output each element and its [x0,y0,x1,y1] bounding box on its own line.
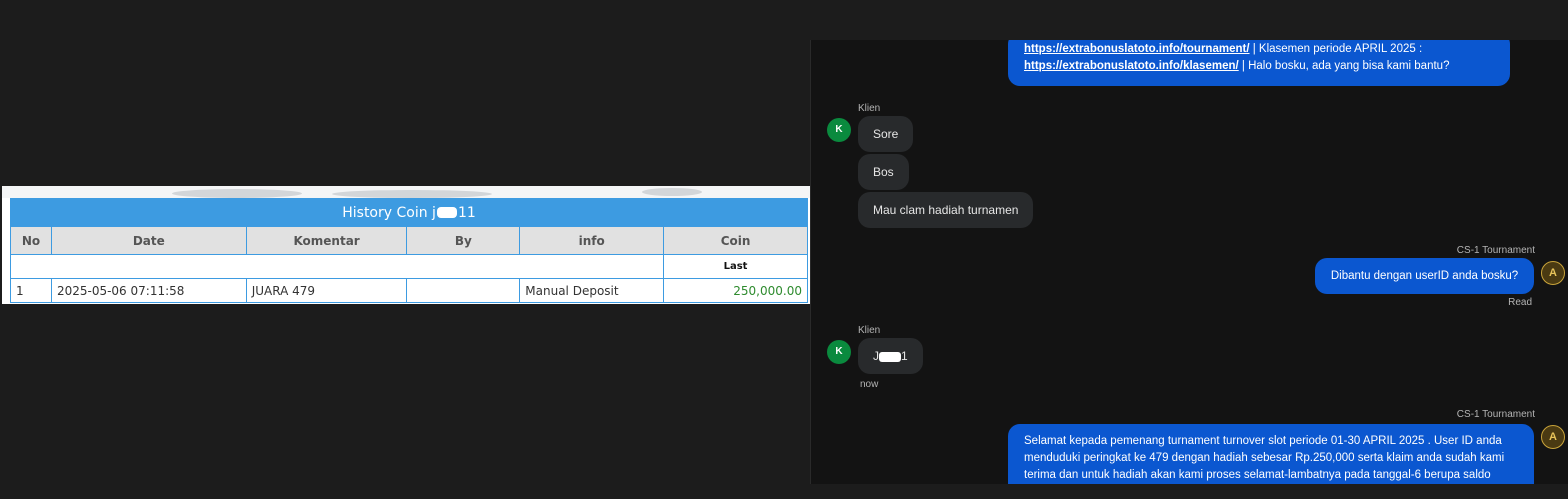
agent-message-bubble: https://extrabonuslatoto.info/tournament… [1008,40,1510,86]
column-header-info[interactable]: info [519,226,665,255]
client-avatar[interactable]: K [827,340,851,364]
column-header-no[interactable]: No [10,226,52,255]
message-text: | Halo bosku, ada yang bisa kami bantu? [1238,60,1450,72]
client-message-bubble: Sore [858,116,914,152]
klasemen-link[interactable]: https://extrabonuslatoto.info/klasemen/ [1024,60,1239,72]
sender-label: Klien [858,103,881,114]
client-message-bubble: Mau clam hadiah turnamen [858,192,1034,228]
agent-avatar[interactable]: A [1541,425,1565,449]
message-text: | Klasemen periode APRIL 2025 : [1249,43,1423,55]
cell-date: 2025-05-06 07:11:58 [50,278,247,303]
cell-komentar: JUARA 479 [245,278,408,303]
column-header-komentar[interactable]: Komentar [245,226,408,255]
client-message-bubble: Bos [858,154,909,190]
table-row: 1 2025-05-06 07:11:58 JUARA 479 Manual D… [10,278,808,303]
redaction-mask [436,207,457,218]
last-label: Last [663,254,808,279]
sender-label: CS-1 Tournament [1456,409,1535,420]
cell-no: 1 [10,278,52,303]
cell-coin: 250,000.00 [663,278,808,303]
map-landmass [332,190,492,198]
cell-by [406,278,521,303]
sender-label: CS-1 Tournament [1456,245,1535,256]
map-landmass [172,189,302,198]
table-title: History Coin j 11 [10,198,808,227]
agent-avatar[interactable]: A [1541,261,1565,285]
history-coin-table: History Coin j 11 No Date Komentar By inf… [9,198,808,303]
client-avatar[interactable]: K [827,118,851,142]
world-map-strip [2,186,810,198]
message-timestamp: now [860,379,879,390]
column-header-by[interactable]: By [406,226,521,255]
agent-message-bubble: Dibantu dengan userID anda bosku? [1315,258,1534,294]
agent-message-bubble: Selamat kepada pemenang turnament turnov… [1008,424,1534,484]
cell-info: Manual Deposit [519,278,665,303]
column-header-date[interactable]: Date [50,226,247,255]
read-receipt: Read [1508,297,1532,308]
column-header-coin[interactable]: Coin [663,226,808,255]
history-coin-panel: History Coin j 11 No Date Komentar By inf… [2,186,810,304]
sender-label: Klien [858,325,881,336]
tournament-link[interactable]: https://extrabonuslatoto.info/tournament… [1024,43,1250,55]
map-landmass [642,188,702,196]
last-row-spacer [9,254,665,279]
chat-panel[interactable]: https://extrabonuslatoto.info/tournament… [810,40,1568,484]
client-message-bubble: J1 [858,338,923,374]
redaction-mask [879,351,901,362]
